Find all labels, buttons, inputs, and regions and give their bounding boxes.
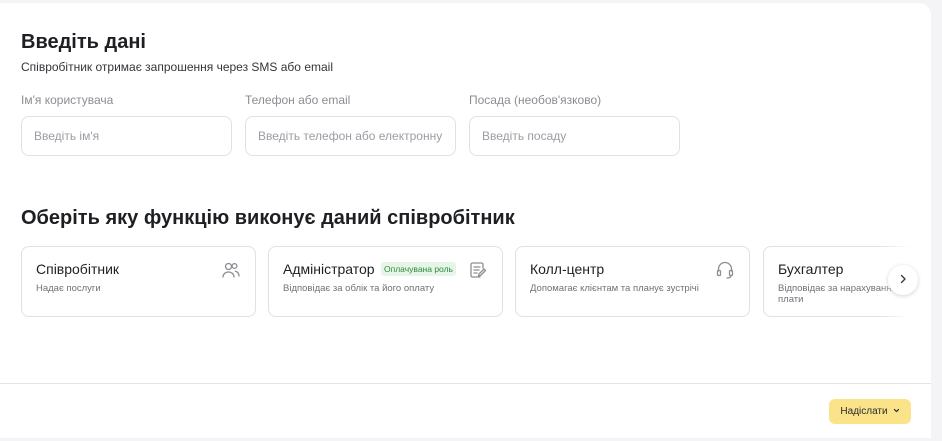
role-card-employee[interactable]: Співробітник Надає послуги: [21, 246, 256, 317]
role-description: Відповідає за облік та його оплату: [283, 283, 435, 294]
submit-button[interactable]: Надіслати: [829, 399, 911, 424]
form-title: Введіть дані: [21, 31, 146, 53]
chevron-down-icon: [893, 406, 900, 417]
username-label: Ім'я користувача: [21, 93, 114, 107]
roles-title: Оберіть яку функцію виконує даний співро…: [21, 207, 515, 229]
role-name: Колл-центр: [530, 261, 605, 277]
headset-icon: [715, 260, 735, 280]
role-card-administrator[interactable]: Адміністратор Оплачувана роль Відповідає…: [268, 246, 503, 317]
paid-role-badge: Оплачувана роль: [381, 262, 456, 276]
form-subtitle: Співробітник отримає запрошення через SM…: [21, 60, 333, 74]
role-description: Надає послуги: [36, 283, 101, 294]
role-card-call-center[interactable]: Колл-центр Допомагає клієнтам та планує …: [515, 246, 750, 317]
role-name: Бухгалтер: [778, 261, 844, 277]
submit-label: Надіслати: [840, 406, 888, 417]
phone-email-input[interactable]: [245, 116, 456, 156]
role-name: Адміністратор: [283, 261, 375, 277]
users-icon: [221, 260, 241, 280]
position-label: Посада (необов'язково): [469, 93, 602, 107]
chevron-right-icon: [898, 271, 908, 289]
footer-divider: [0, 383, 931, 384]
role-description: Допомагає клієнтам та планує зустрічі: [530, 283, 699, 294]
carousel-next-button[interactable]: [888, 265, 918, 295]
invite-employee-panel: Введіть дані Співробітник отримає запрош…: [0, 3, 931, 438]
position-input[interactable]: [469, 116, 680, 156]
phone-email-label: Телефон або email: [245, 93, 351, 107]
username-input[interactable]: [21, 116, 232, 156]
edit-document-icon: [468, 260, 488, 280]
role-name: Співробітник: [36, 261, 120, 277]
